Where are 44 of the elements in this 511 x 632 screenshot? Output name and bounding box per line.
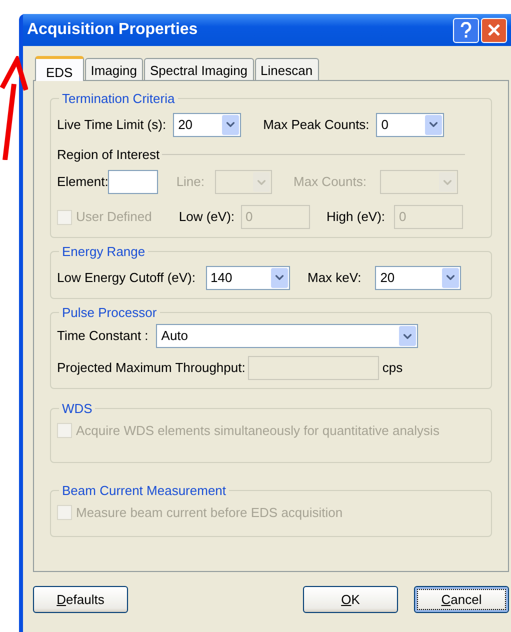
dialog-button[interactable]: OK xyxy=(303,586,398,613)
checkbox-label: Acquire WDS elements simultaneously for quantitative analysis xyxy=(76,422,440,440)
dropdown[interactable]: 20 xyxy=(173,112,242,136)
chevron-down-icon xyxy=(270,268,288,288)
dialog-button[interactable]: Cancel xyxy=(414,586,509,613)
window-title: Acquisition Properties xyxy=(27,20,199,40)
close-icon[interactable] xyxy=(481,18,507,42)
chevron-down-icon xyxy=(399,326,416,346)
tab[interactable]: EDS xyxy=(35,56,84,81)
group-title: Energy Range xyxy=(61,243,146,261)
field-label: Live Time Limit (s): xyxy=(57,116,166,134)
field-label: Time Constant : xyxy=(57,327,148,346)
dropdown[interactable]: 20 xyxy=(375,266,462,290)
field-label: Low (eV): xyxy=(178,208,235,226)
chevron-down-icon xyxy=(442,268,460,288)
chevron-down-icon xyxy=(222,114,240,134)
dropdown[interactable]: Auto xyxy=(156,324,418,348)
field-label: Element: xyxy=(57,173,108,192)
section-title: Region of Interest xyxy=(57,146,160,164)
checkbox-label: User Defined xyxy=(76,208,152,226)
field-label: Max keV: xyxy=(308,268,362,287)
help-icon[interactable] xyxy=(453,18,479,42)
field-label: Max Peak Counts: xyxy=(263,116,370,134)
chevron-down-icon xyxy=(252,172,270,192)
dialog-button[interactable]: Defaults xyxy=(33,586,128,613)
group-title: Pulse Processor xyxy=(61,304,158,322)
tab[interactable]: Linescan xyxy=(254,58,319,80)
group-title: Beam Current Measurement xyxy=(61,482,228,500)
field-label: Projected Maximum Throughput: xyxy=(57,359,246,378)
tab[interactable]: Imaging xyxy=(84,58,143,80)
unit-label: cps xyxy=(382,359,403,378)
checkbox-label: Measure beam current before EDS acquisition xyxy=(76,504,343,522)
chevron-down-icon xyxy=(425,114,442,134)
dropdown[interactable]: 140 xyxy=(206,266,290,290)
field-label: Max Counts: xyxy=(294,173,366,192)
tab[interactable]: Spectral Imaging xyxy=(144,58,254,80)
field-label: Line: xyxy=(176,173,205,192)
element-field[interactable] xyxy=(108,170,158,194)
field-label: Low Energy Cutoff (eV): xyxy=(57,268,196,287)
chevron-down-icon xyxy=(438,172,456,192)
group-title: WDS xyxy=(61,400,94,418)
dropdown[interactable]: 0 xyxy=(376,112,444,136)
field-label: High (eV): xyxy=(326,208,386,226)
group-title: Termination Criteria xyxy=(61,90,176,108)
